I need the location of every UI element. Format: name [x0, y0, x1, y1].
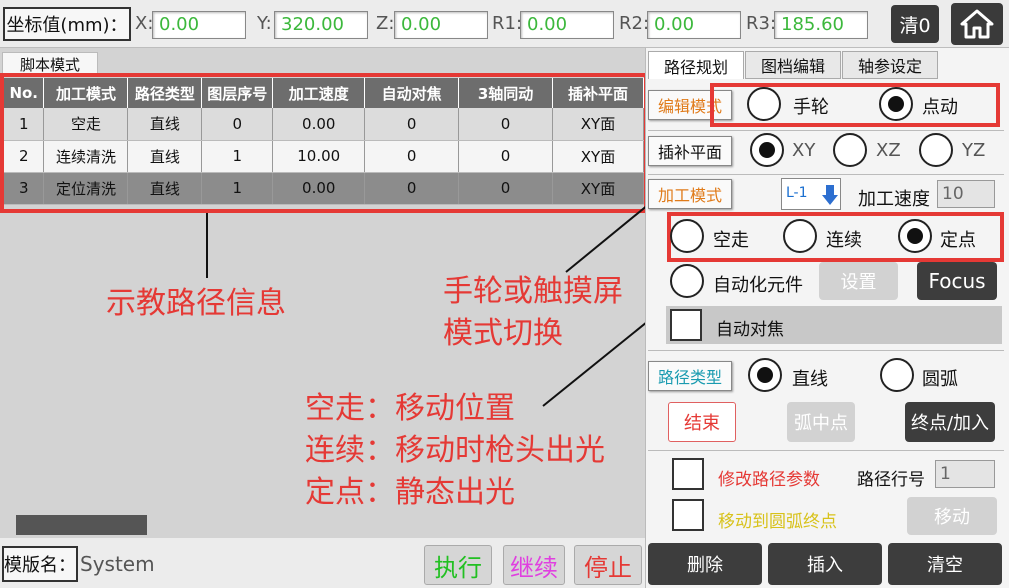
proc-speed-input[interactable]: 10 [937, 180, 995, 208]
fixed-radio[interactable] [898, 219, 932, 253]
layer-value: L-1 [786, 185, 808, 201]
move-button[interactable]: 移动 [907, 497, 997, 535]
continuous-label: 连续 [826, 230, 862, 251]
end-add-button[interactable]: 终点/加入 [905, 402, 995, 442]
continuous-radio[interactable] [783, 219, 817, 253]
run-button[interactable]: 执行 [424, 545, 492, 585]
line-label: 直线 [792, 369, 828, 390]
delete-button[interactable]: 删除 [648, 543, 762, 585]
insert-button[interactable]: 插入 [768, 543, 882, 585]
continue-button[interactable]: 继续 [503, 545, 565, 585]
radio-selected-dot [757, 367, 773, 383]
divider [648, 450, 1004, 451]
annotation-mode-switch-1: 手轮或触摸屏 [443, 274, 623, 309]
divider [648, 130, 1004, 131]
xy-radio[interactable] [750, 133, 784, 167]
yz-label: YZ [962, 140, 986, 161]
interp-plane-button[interactable]: 插补平面 [648, 136, 732, 166]
template-name-value: System [80, 552, 155, 576]
arc-radio[interactable] [880, 358, 914, 392]
arrow-down-icon [822, 185, 838, 205]
fixed-label: 定点 [940, 230, 976, 251]
annotation-fixed: 定点：静态出光 [305, 475, 515, 510]
xz-label: XZ [876, 140, 901, 161]
modify-path-checkbox[interactable] [672, 458, 704, 490]
setup-button[interactable]: 设置 [819, 262, 898, 300]
focus-button[interactable]: Focus [917, 262, 997, 300]
handwheel-radio[interactable] [747, 87, 781, 121]
move-arc-end-checkbox[interactable] [672, 499, 704, 531]
divider [648, 174, 1004, 175]
clear-all-button[interactable]: 清空 [888, 543, 1002, 585]
proc-mode-button[interactable]: 加工模式 [648, 179, 732, 209]
handwheel-label: 手轮 [793, 97, 829, 118]
modify-path-label: 修改路径参数 [718, 470, 820, 490]
divider [648, 350, 1004, 351]
radio-selected-dot [759, 142, 775, 158]
annotation-path-info: 示教路径信息 [106, 286, 286, 321]
move-arc-end-label: 移动到圆弧终点 [718, 512, 837, 532]
idle-radio[interactable] [670, 219, 704, 253]
end-button[interactable]: 结束 [668, 402, 736, 442]
jog-label: 点动 [922, 97, 958, 118]
horizontal-scrollbar[interactable] [16, 515, 147, 535]
path-type-button[interactable]: 路径类型 [648, 361, 732, 391]
auto-focus-checkbox[interactable] [670, 309, 702, 341]
tab-axis-params[interactable]: 轴参设定 [842, 51, 938, 79]
proc-speed-label: 加工速度 [858, 189, 930, 210]
auto-elem-radio[interactable] [670, 264, 704, 298]
layer-select[interactable]: L-1 [781, 178, 841, 210]
jog-radio[interactable] [879, 87, 913, 121]
idle-label: 空走 [713, 230, 749, 251]
path-row-label: 路径行号 [857, 470, 925, 490]
tab-file-edit[interactable]: 图档编辑 [745, 51, 841, 79]
radio-selected-dot [888, 96, 904, 112]
auto-focus-label: 自动对焦 [716, 320, 784, 340]
template-name-label[interactable]: 模版名： [2, 546, 78, 582]
path-row-input[interactable]: 1 [935, 460, 995, 488]
arc-label: 圆弧 [922, 369, 958, 390]
stop-button[interactable]: 停止 [574, 545, 642, 585]
annotation-continuous: 连续：移动时枪头出光 [305, 433, 605, 468]
line-radio[interactable] [748, 358, 782, 392]
annotation-mode-switch-2: 模式切换 [443, 316, 563, 351]
xy-label: XY [792, 140, 816, 161]
tab-path-planning[interactable]: 路径规划 [648, 51, 744, 79]
arc-midpoint-button[interactable]: 弧中点 [787, 402, 855, 442]
annotation-idle: 空走：移动位置 [305, 391, 515, 426]
yz-radio[interactable] [919, 133, 953, 167]
auto-elem-label: 自动化元件 [713, 275, 803, 296]
xz-radio[interactable] [833, 133, 867, 167]
radio-selected-dot [907, 228, 923, 244]
